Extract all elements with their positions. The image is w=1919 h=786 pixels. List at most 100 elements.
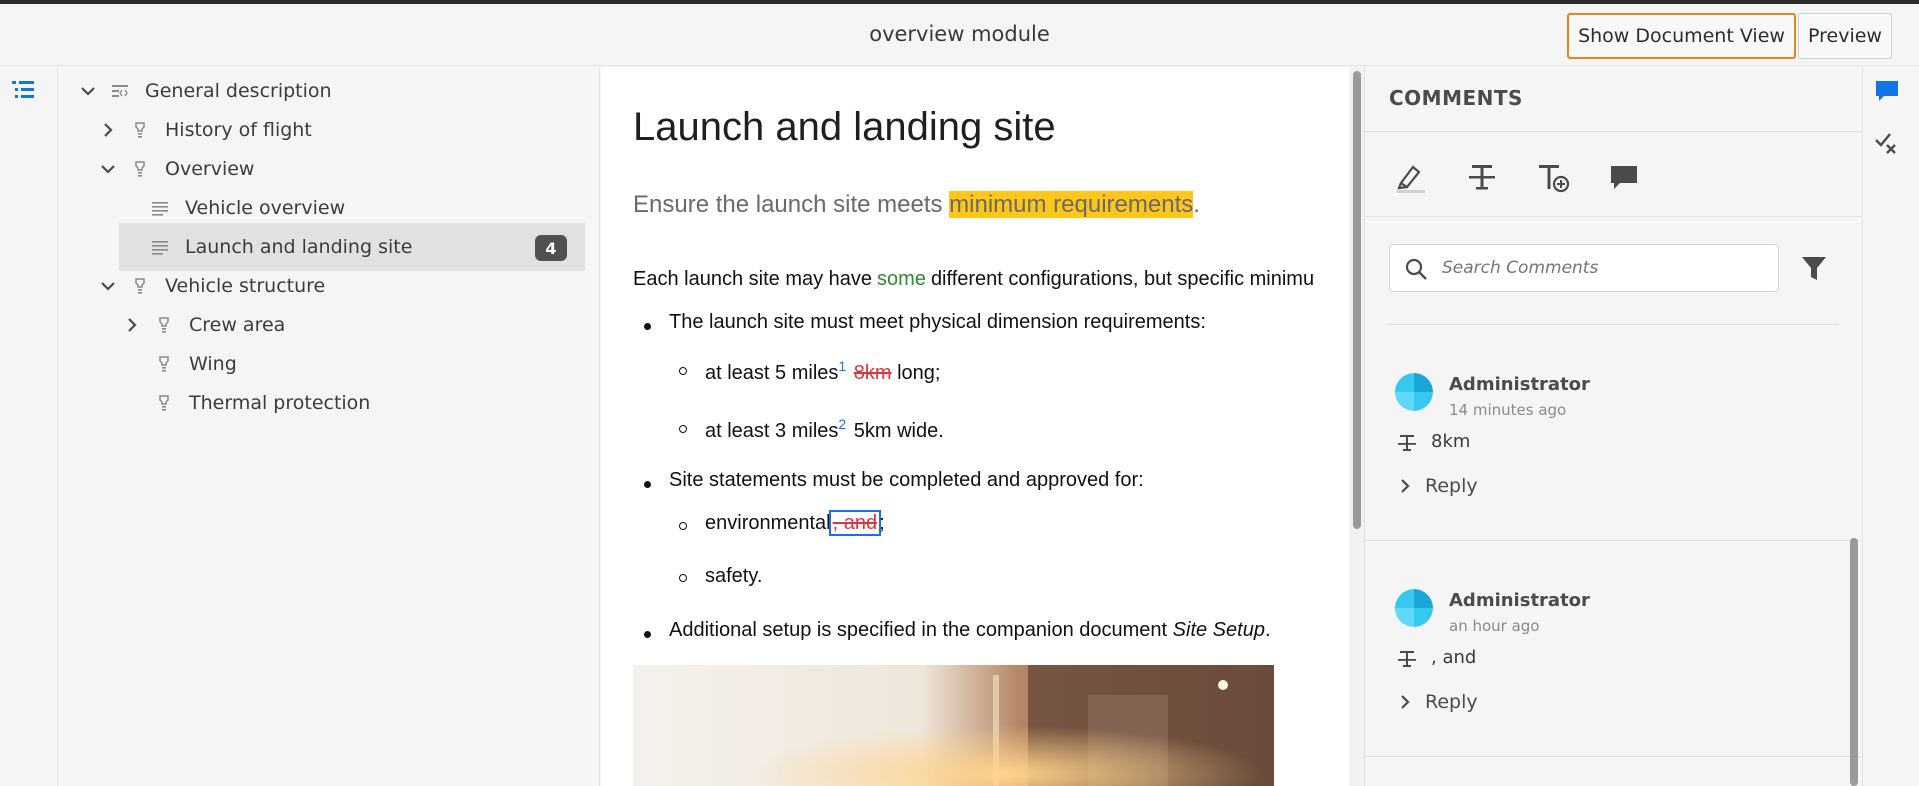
comments-panel-icon[interactable] xyxy=(1873,77,1901,105)
footnote-marker[interactable]: 1 xyxy=(838,358,846,374)
comment-timestamp: an hour ago xyxy=(1449,617,1540,635)
insert-text-icon[interactable] xyxy=(1535,159,1571,195)
tree-item-label: General description xyxy=(145,80,332,102)
reply-toggle[interactable]: Reply xyxy=(1399,475,1478,497)
list-item-end: . xyxy=(1264,619,1271,641)
tree-item-label: Vehicle structure xyxy=(165,275,326,297)
comment-author: Administrator xyxy=(1449,374,1590,395)
divider xyxy=(1365,756,1861,757)
show-document-view-button[interactable]: Show Document View xyxy=(1567,13,1796,59)
list-item[interactable]: Site statements must be completed and ap… xyxy=(669,469,1144,492)
search-icon xyxy=(1404,257,1428,281)
chevron-right-icon xyxy=(1401,695,1410,709)
tree-item-label: Launch and landing site xyxy=(185,236,413,258)
bullet-marker xyxy=(644,481,651,488)
strikethrough-icon[interactable] xyxy=(1464,159,1500,195)
sub-bullet-marker xyxy=(679,425,687,433)
right-rail xyxy=(1862,67,1919,786)
highlighted-text[interactable]: minimum requirements xyxy=(949,191,1194,218)
table-of-contents-icon[interactable] xyxy=(10,77,36,103)
tree-item-label: History of flight xyxy=(165,119,312,141)
document-reference[interactable]: Site Setup xyxy=(1173,619,1265,641)
sub-bullet-marker xyxy=(679,574,687,582)
chevron-down-icon[interactable] xyxy=(99,160,117,178)
deleted-text[interactable]: 8km xyxy=(854,362,892,384)
track-changes-icon[interactable] xyxy=(1873,129,1901,157)
strikethrough-icon xyxy=(1397,433,1417,453)
document-editor[interactable]: Launch and landing site Ensure the launc… xyxy=(601,67,1349,786)
filter-icon[interactable] xyxy=(1799,253,1829,283)
sub-bullet-marker xyxy=(679,367,687,375)
comments-panel: COMMENTS Administrator 14 minutes ago 8k… xyxy=(1364,67,1862,786)
header: overview module Show Document View Previ… xyxy=(0,4,1919,66)
highlight-icon[interactable] xyxy=(1393,159,1429,195)
search-input[interactable] xyxy=(1442,251,1762,285)
bullet-marker xyxy=(644,631,651,638)
topic-icon xyxy=(131,121,149,139)
comment-timestamp: 14 minutes ago xyxy=(1449,401,1567,419)
topic-icon xyxy=(155,394,173,412)
shortdesc-text: Ensure the launch site meets xyxy=(633,191,950,218)
sub-list-item[interactable]: at least 5 miles1 8km long; xyxy=(705,358,940,385)
selected-deleted-text[interactable]: , and xyxy=(828,510,882,536)
topic-title[interactable]: Launch and landing site xyxy=(633,105,1056,150)
topic-icon xyxy=(155,316,173,334)
list-item[interactable]: The launch site must meet physical dimen… xyxy=(669,311,1206,334)
sub-item-text: environmental xyxy=(705,512,831,534)
comment-icon[interactable] xyxy=(1606,159,1642,195)
sub-bullet-marker xyxy=(679,522,687,530)
chevron-right-icon[interactable] xyxy=(99,121,117,139)
divider xyxy=(1365,540,1861,541)
chevron-down-icon[interactable] xyxy=(99,277,117,295)
bullet-marker xyxy=(644,323,651,330)
para-text-continued: different configurations, but specific m… xyxy=(930,268,1315,290)
chevron-down-icon[interactable] xyxy=(79,82,97,100)
body-paragraph[interactable]: Each launch site may have some different c… xyxy=(633,268,1314,291)
list-item-text: Additional setup is specified in the com… xyxy=(669,619,1173,641)
list-item[interactable]: Additional setup is specified in the com… xyxy=(669,619,1271,642)
topic-tree: General description History of flight Ov… xyxy=(59,67,600,786)
reply-label: Reply xyxy=(1425,475,1478,497)
inserted-text[interactable]: some xyxy=(877,268,926,290)
avatar xyxy=(1395,589,1433,627)
sub-item-text-end: long; xyxy=(891,362,941,384)
preview-button[interactable]: Preview xyxy=(1798,13,1892,59)
divider xyxy=(1365,216,1861,217)
search-comments-field[interactable] xyxy=(1389,244,1779,292)
short-description[interactable]: Ensure the launch site meets minimum req… xyxy=(633,191,1200,219)
comments-title: COMMENTS xyxy=(1389,86,1523,110)
sub-list-item[interactable]: at least 3 miles2 5km wide. xyxy=(705,416,944,443)
sub-list-item[interactable]: environmental, and; xyxy=(705,510,885,536)
para-text: Each launch site may have xyxy=(633,268,873,290)
tree-item-label: Overview xyxy=(165,158,255,180)
tree-item-label: Crew area xyxy=(189,314,286,336)
chevron-right-icon[interactable] xyxy=(123,316,141,334)
topic-icon xyxy=(131,277,149,295)
divider xyxy=(1387,324,1839,325)
strikethrough-icon xyxy=(1397,649,1417,669)
tree-item-label: Vehicle overview xyxy=(185,197,346,219)
tree-item-label: Wing xyxy=(189,353,237,375)
paragraph-icon xyxy=(151,199,169,217)
comment-author: Administrator xyxy=(1449,590,1590,611)
comment-count-badge: 4 xyxy=(535,235,567,261)
comment-text: , and xyxy=(1431,647,1477,668)
tree-item-label: Thermal protection xyxy=(189,392,371,414)
launch-site-image[interactable] xyxy=(633,665,1274,786)
reply-label: Reply xyxy=(1425,691,1478,713)
shortdesc-end: . xyxy=(1193,191,1200,218)
map-document-icon xyxy=(111,82,129,100)
reply-toggle[interactable]: Reply xyxy=(1399,691,1478,713)
chevron-right-icon xyxy=(1401,479,1410,493)
sub-item-text: at least 5 miles xyxy=(705,362,839,384)
comments-scroll-thumb[interactable] xyxy=(1850,538,1858,786)
avatar xyxy=(1395,373,1433,411)
topic-icon xyxy=(155,355,173,373)
footnote-marker[interactable]: 2 xyxy=(838,416,846,432)
topic-icon xyxy=(131,160,149,178)
sub-list-item[interactable]: safety. xyxy=(705,565,762,588)
document-scroll-thumb[interactable] xyxy=(1353,71,1361,529)
tree-item-thermal-protection[interactable]: Thermal protection xyxy=(79,379,579,427)
comment-text: 8km xyxy=(1431,431,1471,452)
document-scrollbar[interactable] xyxy=(1349,67,1364,786)
